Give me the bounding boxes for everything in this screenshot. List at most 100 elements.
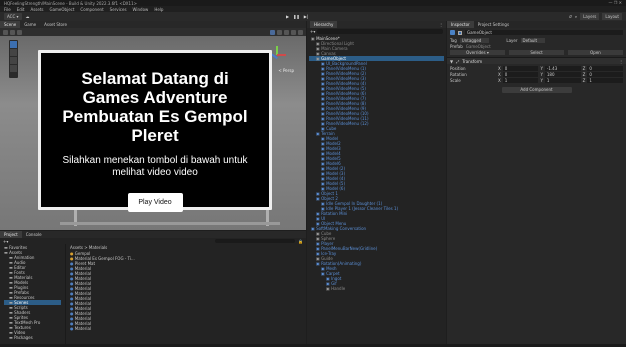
tab-console[interactable]: Console (22, 231, 46, 238)
hierarchy-search: +▾ (307, 28, 446, 35)
prefab-button[interactable]: Open (568, 49, 623, 55)
window-controls[interactable]: — ❐ ✕ (609, 0, 622, 5)
menu-assets[interactable]: Assets (30, 7, 43, 12)
hierarchy-menu-icon[interactable]: ⋮ (439, 22, 443, 27)
pause-icon[interactable]: ❚❚ (293, 14, 300, 19)
menu-gameobject[interactable]: GameObject (49, 7, 74, 12)
project-folder[interactable]: ▬ Packages (4, 335, 61, 340)
move-tool-icon[interactable] (10, 29, 15, 35)
tag-label: Tag (450, 37, 457, 43)
transform-title: Transform (462, 58, 483, 64)
tab-inspector[interactable]: Inspector (447, 21, 474, 28)
prefab-name: GameObject (465, 43, 491, 49)
gizmos-icon[interactable] (270, 29, 275, 35)
lock-icon[interactable]: 🔒 (298, 239, 303, 244)
tab-hierarchy[interactable]: Hierarchy (310, 21, 338, 28)
z-axis-label: Z (582, 65, 586, 71)
play-icon[interactable]: ▶ (286, 14, 289, 19)
game-canvas: Selamat Datang di Games Adventure Pembua… (41, 53, 269, 212)
menu-services[interactable]: Services (110, 7, 127, 12)
transform-header[interactable]: ▼ ⤢ Transform ⋮ (447, 57, 626, 64)
menu-help[interactable]: Help (154, 7, 163, 12)
transform-fields: Position X 0 Y -1.43 Z 0 Rotation X 0 Y 180 Z 0 Scale X… (447, 64, 626, 84)
field-x-input[interactable]: 0 (502, 71, 539, 77)
audio-icon[interactable] (291, 29, 296, 35)
whiteboard-feet (60, 222, 280, 225)
effects-icon[interactable] (298, 29, 303, 35)
field-z-input[interactable]: 0 (587, 71, 624, 77)
component-menu-icon[interactable]: ⋮ (619, 59, 623, 64)
search-icon[interactable]: ⌕ (575, 14, 577, 19)
menu-edit[interactable]: Edit (17, 7, 25, 12)
hierarchy-search-input[interactable] (317, 29, 443, 34)
gameobject-icon (450, 30, 455, 35)
object-name-field[interactable]: GameObject (465, 30, 623, 35)
field-label: Scale (450, 77, 461, 83)
add-component-button[interactable]: Add Component (501, 87, 572, 93)
layers-dropdown[interactable]: Layers (580, 13, 600, 20)
game-board: Selamat Datang di Games Adventure Pembua… (38, 50, 272, 212)
move-gizmo-icon[interactable] (10, 49, 17, 56)
y-axis-label: Y (540, 65, 543, 71)
field-x-input[interactable]: 1 (502, 77, 539, 83)
tab-project-settings[interactable]: Project Settings (474, 21, 513, 28)
field-z-input[interactable]: 1 (587, 77, 624, 83)
field-y-input[interactable]: 180 (544, 71, 581, 77)
prefab-button[interactable]: Select (509, 49, 564, 55)
rotate-gizmo-icon[interactable] (10, 57, 17, 64)
transform-row: Rotation X 0 Y 180 Z 0 (450, 71, 624, 77)
step-icon[interactable]: ▶| (304, 14, 308, 19)
add-icon[interactable]: +▾ (310, 29, 315, 34)
create-icon[interactable]: +▾ (3, 239, 8, 244)
persp-label[interactable]: < Persp (278, 68, 294, 73)
account-dropdown[interactable]: ACC ▾ (4, 13, 22, 20)
file-label: Material (74, 326, 92, 331)
project-breadcrumb[interactable]: Assets > Materials (70, 245, 107, 250)
scale-gizmo-icon[interactable] (10, 65, 17, 72)
project-search-input[interactable] (215, 239, 296, 243)
field-label: Position (450, 65, 466, 71)
game-body-text: Silahkan menekan tombol di bawah untuk m… (62, 155, 248, 178)
project-file[interactable]: ● Material (70, 326, 180, 331)
inspector-tabs: Inspector Project Settings (447, 21, 626, 28)
field-z-input[interactable]: 0 (587, 65, 624, 71)
z-axis-label: Z (582, 77, 586, 83)
tag-dropdown[interactable]: Untagged (459, 37, 490, 43)
hierarchy-list: ▣ MainScene* ▣ Directional Light ▣ Main Ca… (307, 35, 446, 292)
foldout-icon[interactable]: ▼ (450, 59, 453, 64)
prefab-label: Prefab (450, 43, 463, 49)
x-axis-label: X (498, 77, 501, 83)
rotate-tool-icon[interactable] (17, 29, 22, 35)
prefab-button[interactable]: Overrides ▾ (450, 49, 505, 55)
menu-window[interactable]: Window (133, 7, 149, 12)
view-tool-icon[interactable] (10, 41, 17, 48)
hand-tool-icon[interactable] (3, 29, 8, 35)
tab-scene[interactable]: Scene (0, 21, 21, 28)
tool-strip (9, 40, 18, 78)
hierarchy-item[interactable]: ▣ Handle (309, 286, 444, 291)
play-video-button[interactable]: Play Video (127, 193, 183, 212)
field-y-input[interactable]: -1.43 (544, 65, 581, 71)
lighting-icon[interactable] (284, 29, 289, 35)
tab-asset-store[interactable]: Asset Store (40, 21, 71, 28)
history-icon[interactable]: ↺ (569, 14, 572, 19)
layer-label: Layer (506, 37, 518, 43)
window-title: HQFeelingStrength/MainScene - Build & Un… (4, 0, 137, 6)
project-tabs: Project Console (0, 231, 306, 238)
y-axis-label: Y (540, 77, 543, 83)
field-label: Rotation (450, 71, 467, 77)
menu-component[interactable]: Component (80, 7, 103, 12)
tab-project[interactable]: Project (0, 231, 22, 238)
scene-viewport[interactable]: < Persp Selamat Datang di Games Adventur… (0, 36, 306, 230)
layout-dropdown[interactable]: Layout (602, 13, 622, 20)
layer-dropdown[interactable]: Default (520, 37, 546, 43)
prefab-buttons: Overrides ▾ Select Open (447, 49, 626, 55)
cloud-icon[interactable]: ☁ (26, 14, 30, 19)
field-x-input[interactable]: 0 (502, 65, 539, 71)
active-checkbox[interactable] (458, 30, 462, 35)
field-y-input[interactable]: 1 (544, 77, 581, 83)
menu-file[interactable]: File (4, 7, 11, 12)
2d-toggle-icon[interactable] (277, 29, 282, 35)
scene-tabs: Scene Game Asset Store (0, 21, 306, 28)
tab-game[interactable]: Game (20, 21, 40, 28)
